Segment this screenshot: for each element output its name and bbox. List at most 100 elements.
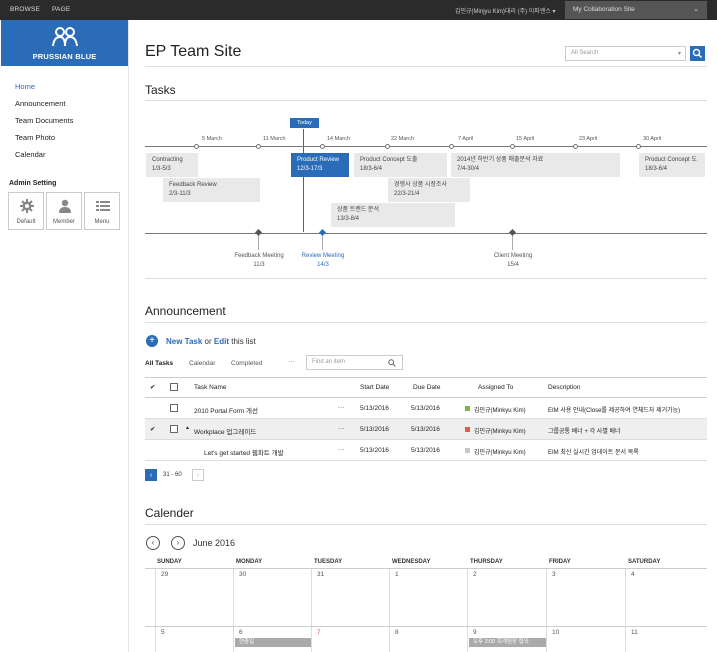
calendar-day[interactable]: 2 xyxy=(467,569,546,627)
search-button[interactable] xyxy=(690,46,705,61)
task-bar-sales-analysis[interactable]: 2014년 하반기 상품 매출분석 자료 7/4-30/4 xyxy=(451,153,620,177)
day-number: 2 xyxy=(473,571,477,578)
task-name[interactable]: Let's get started 웹파트 개발 xyxy=(204,447,284,457)
tab-all-tasks[interactable]: All Tasks xyxy=(145,360,173,367)
user-menu[interactable]: 김민규(Minjyu Kim)대리 (주) 이파엔스 ▾ xyxy=(455,6,556,15)
milestone-feedback-meeting[interactable]: Feedback Meeting 11/3 xyxy=(224,252,294,270)
admin-tile-menu[interactable]: Menu xyxy=(84,192,120,230)
status-color-square xyxy=(465,406,470,411)
browse-tab[interactable]: BROWSE xyxy=(10,6,40,13)
task-dates: 22/3-21/4 xyxy=(394,191,420,197)
sidebar-item-announcement[interactable]: Announcement xyxy=(15,99,73,116)
milestone-client-meeting[interactable]: Client Meeting 15/4 xyxy=(478,252,548,270)
admin-tile-member[interactable]: Member xyxy=(46,192,82,230)
admin-tile-default[interactable]: Default xyxy=(8,192,44,230)
weekday-label: TUESDAY xyxy=(314,559,343,565)
task-bar-market-research[interactable]: 경쟁사 상품 시장조사 22/3-21/4 xyxy=(388,178,470,202)
tick-label: 22 March xyxy=(391,136,414,142)
assigned-to[interactable]: 김민규(Minkyu Kim) xyxy=(474,447,526,456)
find-item-input[interactable]: Find an item xyxy=(306,355,403,370)
calendar-day[interactable]: 3 xyxy=(546,569,625,627)
add-icon[interactable]: + xyxy=(146,335,158,347)
edit-link[interactable]: Edit xyxy=(214,337,229,346)
task-bar-feedback-review[interactable]: Feedback Review 2/3-11/3 xyxy=(163,178,260,202)
task-dates: 13/3-8/4 xyxy=(337,216,360,222)
header-divider xyxy=(145,66,707,67)
task-bar-trend-analysis[interactable]: 상품 트렌드 분석 13/3-8/4 xyxy=(331,203,455,227)
tab-completed[interactable]: Completed xyxy=(231,360,262,367)
task-bar-product-review[interactable]: Product Review 12/3-17/3 xyxy=(291,153,349,177)
calendar-day[interactable]: 29 xyxy=(155,569,233,627)
calendar-event[interactable]: 오후 3:00 회계팀장 협의 xyxy=(469,638,546,647)
chevron-down-icon[interactable]: ▾ xyxy=(678,50,681,57)
prev-month-button[interactable]: ‹ xyxy=(146,536,160,550)
new-task-link[interactable]: New Task xyxy=(166,337,202,346)
milestone-title: Feedback Meeting xyxy=(234,253,284,259)
task-name[interactable]: Workplace 업그레이드 xyxy=(194,426,256,436)
row-ellipsis-button[interactable]: ··· xyxy=(338,446,345,453)
column-header-task-name[interactable]: Task Name xyxy=(194,384,227,391)
check-icon: ✔ xyxy=(150,384,156,391)
calendar-day[interactable]: 1 xyxy=(389,569,467,627)
calendar-day[interactable]: 31 xyxy=(311,569,389,627)
weekday-label: SUNDAY xyxy=(157,559,182,565)
milestone-title: Client Meeting xyxy=(493,253,533,259)
collapse-triangle-icon[interactable]: ▲ xyxy=(185,425,190,431)
prev-page-button[interactable]: ‹ xyxy=(145,469,157,481)
calendar-event[interactable]: 현충일 xyxy=(235,638,311,647)
top-bar: BROWSE PAGE 김민규(Minjyu Kim)대리 (주) 이파엔스 ▾… xyxy=(0,0,717,20)
table-top-border xyxy=(145,377,707,378)
sidebar-item-home[interactable]: Home xyxy=(15,82,73,99)
sidebar-item-team-photo[interactable]: Team Photo xyxy=(15,133,73,150)
row-ellipsis-button[interactable]: ··· xyxy=(338,425,345,432)
column-header-assigned-to[interactable]: Assigned To xyxy=(478,384,513,391)
search-input[interactable]: All Search ▾ xyxy=(565,46,686,61)
assigned-to[interactable]: 김민규(Minkyu Kim) xyxy=(474,405,526,414)
sidebar-item-team-documents[interactable]: Team Documents xyxy=(15,116,73,133)
row-checkbox[interactable] xyxy=(170,425,178,433)
more-tabs-button[interactable]: ··· xyxy=(288,358,295,365)
calendar-day[interactable]: 4 xyxy=(625,569,707,627)
calendar-day[interactable]: 30 xyxy=(233,569,311,627)
due-date: 5/13/2016 xyxy=(411,447,440,454)
calendar-day-today[interactable]: 7 xyxy=(311,627,389,652)
site-dropdown[interactable]: My Collaboration Site ⌄ xyxy=(565,1,707,19)
day-number: 3 xyxy=(552,571,556,578)
calendar-day[interactable]: 8 xyxy=(389,627,467,652)
column-header-start-date[interactable]: Start Date xyxy=(360,384,389,391)
calendar-day[interactable]: 10 xyxy=(546,627,625,652)
page-tab[interactable]: PAGE xyxy=(52,6,70,13)
task-title: Product Concept 도출 xyxy=(360,157,418,163)
milestone-date: 15/4 xyxy=(507,262,519,268)
tab-calendar[interactable]: Calendar xyxy=(189,360,215,367)
this-list-text: this list xyxy=(231,337,256,346)
description: 그룹공통 배너 + 각 사별 배너 xyxy=(548,429,621,435)
description: EIM 최신 실시간 업데이트 문서 목록 xyxy=(548,450,639,456)
milestone-review-meeting[interactable]: Review Meeting 14/3 xyxy=(288,252,358,270)
next-page-button[interactable]: › xyxy=(192,469,204,481)
task-bar-contracting[interactable]: Contracting 1/3-5/3 xyxy=(146,153,198,177)
sidebar-item-calendar[interactable]: Calendar xyxy=(15,150,73,167)
row-border xyxy=(145,460,707,461)
task-bar-product-concept-2[interactable]: Product Concept 도 18/3-6/4 xyxy=(639,153,705,177)
select-all-checkbox[interactable] xyxy=(170,383,178,391)
day-number: 6 xyxy=(239,629,243,636)
task-bar-product-concept[interactable]: Product Concept 도출 18/3-6/4 xyxy=(354,153,447,177)
start-date: 5/13/2016 xyxy=(360,426,389,433)
assigned-to[interactable]: 김민규(Minkyu Kim) xyxy=(474,426,526,435)
column-header-due-date[interactable]: Due Date xyxy=(413,384,440,391)
calendar-day[interactable]: 5 xyxy=(155,627,233,652)
site-logo[interactable]: PRUSSIAN BLUE xyxy=(1,20,128,66)
next-month-button[interactable]: › xyxy=(171,536,185,550)
admin-setting-title: Admin Setting xyxy=(9,180,57,187)
tasks-divider xyxy=(145,100,707,101)
announcement-divider xyxy=(145,322,707,323)
row-checkbox[interactable] xyxy=(170,404,178,412)
row-ellipsis-button[interactable]: ··· xyxy=(338,404,345,411)
search-placeholder: All Search xyxy=(571,50,599,56)
task-name[interactable]: 2010 Portal Form 개선 xyxy=(194,405,258,415)
column-header-description[interactable]: Description xyxy=(548,384,581,391)
calendar-day[interactable]: 11 xyxy=(625,627,707,652)
tick-label: 11 March xyxy=(263,136,286,142)
milestone-diamond-icon xyxy=(254,228,263,237)
